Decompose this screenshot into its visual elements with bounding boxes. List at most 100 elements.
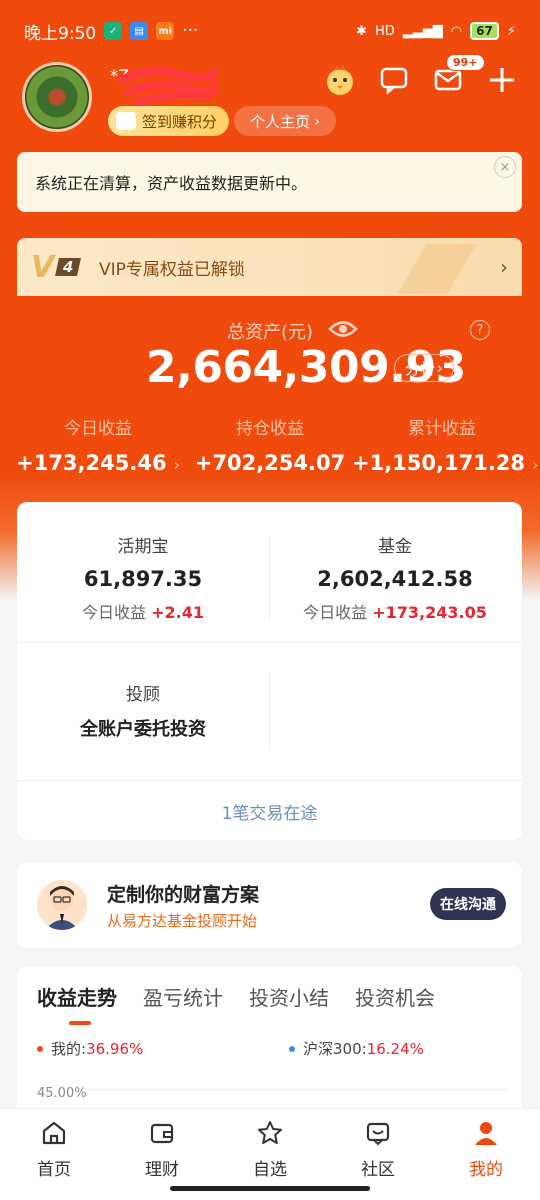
status-bar: 晚上9:50 ✓ ▤ mi ··· ✱ HD ▂▃▅▇ ◠ 67 ⚡ <box>0 0 540 62</box>
home-icon <box>42 1121 66 1145</box>
redacted-name-scribble <box>118 66 218 106</box>
homepage-label: 个人主页 <box>250 112 311 131</box>
advisor-avatar <box>37 880 87 930</box>
status-time: 晚上9:50 <box>24 23 97 44</box>
advisor-subtitle: 从易方达基金投顾开始 <box>107 912 258 930</box>
total-assets-title: 总资产(元) <box>226 322 314 343</box>
analyze-label: 分析 <box>405 359 436 378</box>
nav-item-mine[interactable]: 我的 <box>432 1117 540 1180</box>
cumulative-earnings[interactable]: 累计收益 +1,150,171.28 › <box>352 414 538 475</box>
chat-icon[interactable] <box>376 62 412 98</box>
nav-label: 我的 <box>469 1160 503 1180</box>
account-huoqibao[interactable]: 活期宝 61,897.35 今日收益 +2.41 <box>17 532 269 623</box>
mascot-icon[interactable] <box>322 62 358 98</box>
legend-dot <box>37 1045 43 1052</box>
shield-app-icon: ✓ <box>104 22 123 40</box>
advisor-title: 定制你的财富方案 <box>107 884 260 906</box>
legend-index: 沪深300:16.24% <box>289 1038 424 1059</box>
today-label: 今日收益 <box>82 603 147 622</box>
profile-header: *Z 签到赚积分 个人主页 › 99+ <box>0 54 540 142</box>
today-value: +2.41 <box>151 603 204 622</box>
community-icon <box>366 1122 390 1146</box>
wifi-icon: ◠ <box>450 23 463 39</box>
pending-transactions-link[interactable]: 1笔交易在途 <box>17 782 522 840</box>
chevron-right-icon: › <box>532 456 539 474</box>
vip-banner[interactable]: V 4 VIP专属权益已解锁 › <box>17 238 522 296</box>
eye-icon[interactable] <box>328 318 358 340</box>
divider <box>17 780 522 781</box>
today-earnings[interactable]: 今日收益 +173,245.46 › <box>8 414 188 475</box>
chevron-right-icon: › <box>500 255 508 279</box>
account-name: 活期宝 <box>117 537 169 557</box>
battery-indicator: 67 <box>470 22 499 40</box>
calendar-icon <box>116 112 136 130</box>
advisor-card[interactable]: 定制你的财富方案 从易方达基金投顾开始 在线沟通 <box>17 862 522 948</box>
divider <box>17 642 522 643</box>
checkin-label: 签到赚积分 <box>142 112 218 131</box>
analyze-button[interactable]: 分析 › <box>394 354 455 382</box>
clearing-notice: 系统正在清算，资产收益数据更新中。 × <box>17 152 522 212</box>
chevron-right-icon: › <box>173 456 180 474</box>
tab-profit-loss[interactable]: 盈亏统计 <box>143 982 223 1011</box>
signal-icon: ▂▃▅▇ <box>402 23 443 39</box>
accounts-card: 活期宝 61,897.35 今日收益 +2.41 基金 2,602,412.58… <box>17 502 522 840</box>
divider <box>269 672 270 750</box>
legend-index-label: 沪深300: <box>303 1040 367 1058</box>
chevron-right-icon: › <box>437 359 444 377</box>
avatar[interactable] <box>22 62 92 132</box>
stat-label: 累计收益 <box>408 419 476 439</box>
nav-item-watchlist[interactable]: 自选 <box>216 1117 324 1180</box>
network-type-label: HD <box>375 23 395 39</box>
plus-icon[interactable] <box>484 62 520 98</box>
account-name: 投顾 <box>126 685 160 705</box>
nav-item-home[interactable]: 首页 <box>0 1117 108 1180</box>
chevron-right-icon: › <box>314 112 321 130</box>
stat-value: +1,150,171.28 <box>352 451 526 475</box>
stat-label: 持仓收益 <box>236 419 304 439</box>
tab-earnings-trend[interactable]: 收益走势 <box>37 982 117 1025</box>
charging-icon: ⚡ <box>506 23 516 39</box>
notice-text: 系统正在清算，资产收益数据更新中。 <box>35 174 308 193</box>
earnings-stats: 今日收益 +173,245.46 › 持仓收益 +702,254.07 累计收益… <box>0 414 540 484</box>
stat-label: 今日收益 <box>64 419 132 439</box>
legend-mine: 我的:36.96% <box>37 1038 143 1059</box>
account-amount: 全账户委托投资 <box>80 719 206 740</box>
trend-tabs: 收益走势 盈亏统计 投资小结 投资机会 <box>37 982 435 1025</box>
today-value: +173,243.05 <box>372 603 487 622</box>
holding-earnings[interactable]: 持仓收益 +702,254.07 <box>180 414 360 475</box>
nav-item-community[interactable]: 社区 <box>324 1117 432 1180</box>
mail-app-icon: ▤ <box>130 22 149 40</box>
checkin-button[interactable]: 签到赚积分 <box>108 106 230 136</box>
account-amount: 61,897.35 <box>83 567 203 591</box>
home-indicator <box>170 1186 370 1191</box>
stat-value: +702,254.07 <box>194 451 346 475</box>
vip-text: VIP专属权益已解锁 <box>99 259 245 280</box>
account-fund[interactable]: 基金 2,602,412.58 今日收益 +173,243.05 <box>269 532 521 623</box>
today-label: 今日收益 <box>303 603 368 622</box>
account-name: 基金 <box>378 537 412 557</box>
y-axis-top-label: 45.00% <box>37 1086 87 1101</box>
nav-label: 理财 <box>145 1160 179 1180</box>
person-icon <box>475 1122 497 1145</box>
vip-decoration <box>397 244 477 294</box>
homepage-button[interactable]: 个人主页 › <box>234 106 337 136</box>
legend-dot <box>289 1045 295 1052</box>
grid-line <box>87 1089 507 1090</box>
legend-index-value: 16.24% <box>366 1040 424 1058</box>
help-icon[interactable]: ? <box>470 320 490 340</box>
mail-badge: 99+ <box>446 54 485 71</box>
vip-badge-icon: V 4 <box>31 250 89 285</box>
tab-investment-opportunity[interactable]: 投资机会 <box>355 982 435 1011</box>
close-icon[interactable]: × <box>494 156 516 178</box>
nav-label: 首页 <box>37 1160 71 1180</box>
nav-item-wealth[interactable]: 理财 <box>108 1117 216 1180</box>
online-chat-button[interactable]: 在线沟通 <box>430 888 506 920</box>
mi-app-icon: mi <box>156 22 175 40</box>
tab-investment-summary[interactable]: 投资小结 <box>249 982 329 1011</box>
star-icon <box>258 1121 282 1144</box>
stat-value: +173,245.46 <box>16 451 167 475</box>
account-advisory[interactable]: 投顾 全账户委托投资 <box>17 680 269 741</box>
account-amount: 2,602,412.58 <box>317 567 473 591</box>
bluetooth-icon: ✱ <box>356 23 368 39</box>
nav-label: 社区 <box>361 1160 395 1180</box>
